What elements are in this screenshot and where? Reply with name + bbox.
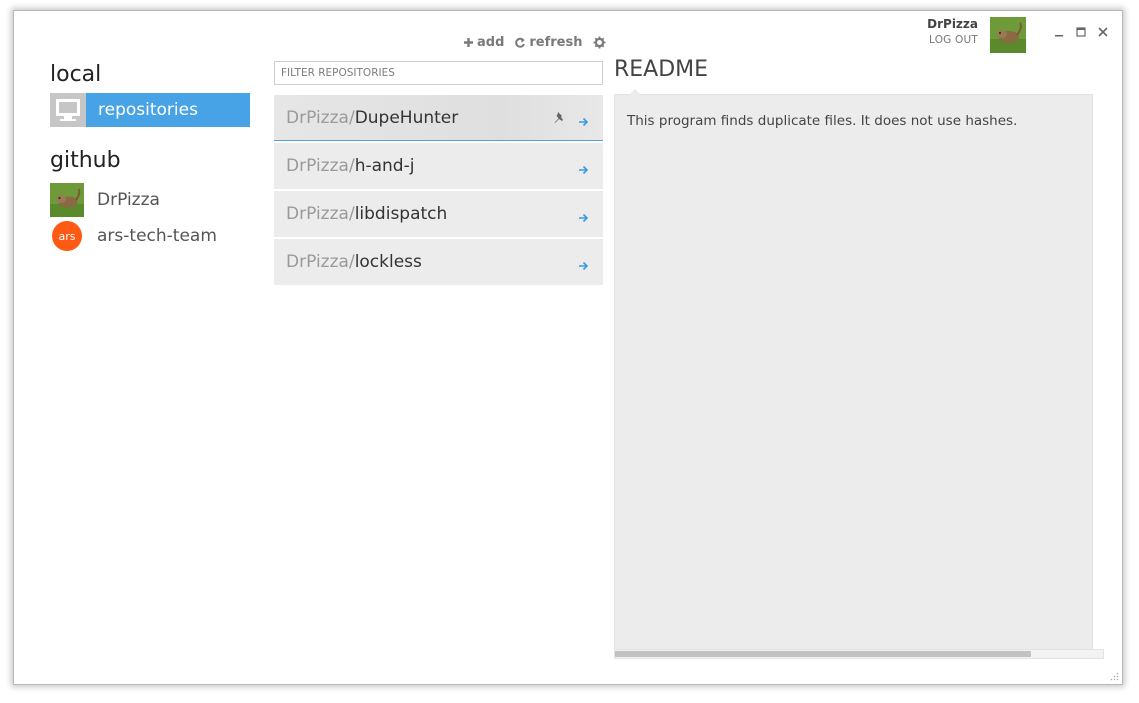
github-heading: github (50, 148, 121, 173)
sidebar-item-repositories[interactable]: repositories (50, 93, 250, 127)
filter-repositories-input[interactable] (274, 61, 603, 85)
add-button[interactable]: add (463, 35, 504, 50)
computer-icon (50, 93, 86, 127)
sidebar-item-label: DrPizza (97, 190, 160, 210)
arrow-right-icon[interactable] (578, 160, 589, 179)
repo-name: lockless (354, 252, 422, 272)
readme-title: README (614, 57, 709, 82)
pin-icon[interactable] (553, 110, 567, 129)
refresh-icon (514, 37, 526, 49)
sidebar-item-label: repositories (86, 93, 250, 127)
repo-owner: DrPizza/ (286, 107, 355, 128)
readme-horizontal-scrollbar[interactable] (614, 649, 1104, 659)
user-block: DrPizza LOG OUT (927, 17, 1026, 53)
repo-name: h-and-j (354, 156, 415, 176)
settings-gear-icon[interactable] (593, 36, 606, 49)
arrow-right-icon[interactable] (578, 112, 589, 131)
user-info: DrPizza LOG OUT (927, 17, 978, 47)
logout-link[interactable]: LOG OUT (927, 33, 978, 47)
readme-text: This program finds duplicate files. It d… (627, 113, 1018, 129)
sidebar-item-drpizza[interactable]: DrPizza (50, 183, 250, 217)
scrollbar-thumb[interactable] (615, 651, 1031, 657)
close-icon[interactable] (1096, 25, 1110, 39)
arrow-right-icon[interactable] (578, 256, 589, 275)
user-avatar-icon (50, 183, 84, 217)
refresh-label: refresh (529, 35, 583, 50)
resize-grip-icon[interactable] (1110, 672, 1119, 681)
repo-item-h-and-j[interactable]: DrPizza/h-and-j (274, 143, 603, 189)
sidebar-item-ars-tech-team[interactable]: ars ars-tech-team (50, 219, 250, 253)
add-label: add (477, 35, 505, 50)
repo-name: libdispatch (354, 204, 448, 224)
plus-icon (463, 37, 474, 48)
refresh-button[interactable]: refresh (514, 35, 583, 50)
readme-pointer (629, 89, 641, 95)
repo-owner: DrPizza/ (286, 252, 355, 272)
toolbar: add refresh (463, 35, 606, 50)
arrow-right-icon[interactable] (578, 208, 589, 227)
minimize-icon[interactable] (1052, 25, 1066, 39)
window-controls (1052, 25, 1110, 39)
sidebar-item-label: ars-tech-team (97, 226, 217, 246)
user-name: DrPizza (927, 17, 978, 31)
sidebar: local repositories github DrPizza ars ar… (50, 61, 250, 255)
repo-owner: DrPizza/ (286, 156, 355, 176)
repo-item-libdispatch[interactable]: DrPizza/libdispatch (274, 191, 603, 237)
user-avatar-icon[interactable] (990, 17, 1026, 53)
readme-pane: This program finds duplicate files. It d… (614, 89, 1093, 659)
local-heading: local (50, 62, 102, 87)
repo-name: DupeHunter (354, 107, 459, 128)
maximize-icon[interactable] (1074, 25, 1088, 39)
app-window: DrPizza LOG OUT add refresh local reposi… (13, 10, 1123, 685)
repo-item-lockless[interactable]: DrPizza/lockless (274, 239, 603, 285)
repo-item-dupehunter[interactable]: DrPizza/DupeHunter (274, 95, 603, 141)
repo-owner: DrPizza/ (286, 204, 355, 224)
org-avatar-icon: ars (52, 221, 82, 251)
repository-list: DrPizza/DupeHunter DrPizza/h-and-j DrPiz… (274, 95, 603, 287)
